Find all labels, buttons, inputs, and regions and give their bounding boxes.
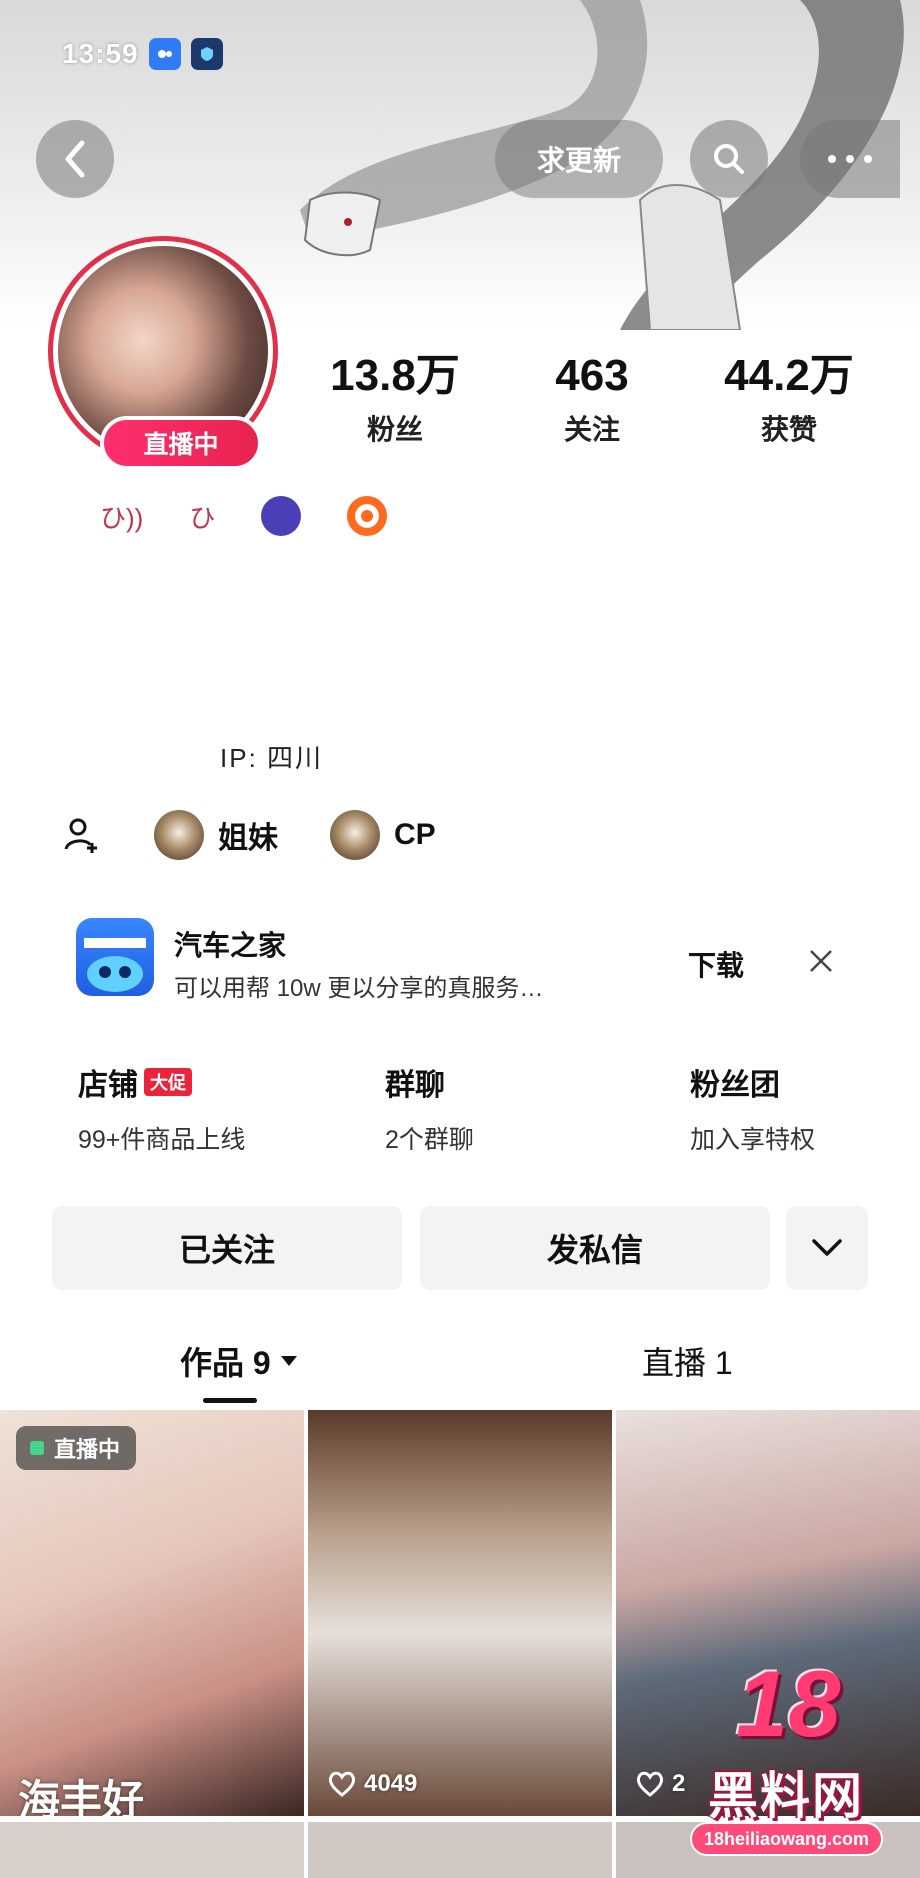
add-friend-icon xyxy=(64,818,97,853)
badge-fan: ひ xyxy=(189,502,216,533)
badge-level: ひ)) xyxy=(100,502,144,533)
likes-count: 2 xyxy=(636,1770,685,1798)
app-logo-icon xyxy=(76,918,154,996)
shortcut-title: 店铺 xyxy=(78,1069,138,1102)
shortcut-title: 群聊 xyxy=(385,1069,445,1102)
stat-likes[interactable]: 44.2万 获赞 xyxy=(704,351,874,448)
more-dots-icon xyxy=(828,155,872,163)
tab-label: 直播 1 xyxy=(642,1345,733,1381)
site-watermark: 18 黑料网 18heiliaowang.com xyxy=(690,1640,912,1872)
tab-label: 作品 9 xyxy=(180,1345,271,1381)
add-friend-button[interactable] xyxy=(62,815,102,855)
grid-item[interactable]: 直播中 海丰好 xyxy=(0,1410,304,1816)
relation-cp[interactable]: CP xyxy=(330,810,436,860)
close-icon[interactable] xyxy=(804,944,838,978)
promo-description: 可以用帮 10w 更以分享的真服务… xyxy=(174,975,544,1002)
back-button[interactable] xyxy=(36,120,114,198)
search-icon xyxy=(714,144,744,174)
shortcut-subtitle: 2个群聊 xyxy=(385,1126,474,1154)
grid-item[interactable]: 4049 xyxy=(308,1410,612,1816)
notification-shield-icon xyxy=(190,38,223,70)
promo-download-button[interactable]: 下载 xyxy=(688,944,744,984)
stat-label: 获赞 xyxy=(760,414,817,446)
shortcut-shop[interactable]: 店铺 大促 99+件商品上线 xyxy=(78,1060,245,1156)
live-tag: 直播中 xyxy=(16,1426,137,1470)
likes-count: 4049 xyxy=(328,1770,417,1798)
badge-orange-icon xyxy=(347,496,388,536)
grid-item[interactable] xyxy=(308,1822,612,1878)
relations-row: 姐妹 CP xyxy=(62,810,488,860)
status-time: 13:59 xyxy=(62,38,139,69)
stat-label: 关注 xyxy=(563,414,620,446)
promo-title: 汽车之家 xyxy=(174,930,287,961)
relation-sisters[interactable]: 姐妹 xyxy=(154,810,278,860)
relation-label: CP xyxy=(394,818,436,851)
watermark-number: 18 xyxy=(736,1651,841,1756)
shortcut-fan-club[interactable]: 粉丝团 加入享特权 xyxy=(690,1060,815,1156)
stat-value: 463 xyxy=(555,351,629,400)
ip-location: IP: 四川 xyxy=(220,743,324,773)
badge-purple-icon xyxy=(261,496,302,536)
stat-followers[interactable]: 13.8万 粉丝 xyxy=(310,351,480,448)
heart-icon xyxy=(328,1771,356,1797)
likes-value: 2 xyxy=(672,1770,686,1797)
likes-value: 4049 xyxy=(364,1770,418,1797)
profile-badges: ひ)) ひ xyxy=(100,496,388,536)
search-button[interactable] xyxy=(690,120,768,198)
active-tab-indicator xyxy=(203,1398,257,1403)
request-update-button[interactable]: 求更新 xyxy=(495,120,663,198)
shortcut-subtitle: 加入享特权 xyxy=(690,1126,816,1154)
live-tag-label: 直播中 xyxy=(54,1437,121,1462)
more-button[interactable] xyxy=(800,120,900,198)
live-dot-icon xyxy=(30,1441,44,1455)
relation-label: 姐妹 xyxy=(218,822,278,855)
relation-avatar xyxy=(330,810,380,860)
live-badge[interactable]: 直播中 xyxy=(100,416,262,470)
notification-app-icon xyxy=(148,38,181,70)
chevron-down-icon xyxy=(812,1239,842,1256)
chevron-left-icon xyxy=(65,140,85,178)
grid-item[interactable] xyxy=(0,1822,304,1878)
app-promo-card[interactable]: 汽车之家 可以用帮 10w 更以分享的真服务… 下载 xyxy=(52,900,868,1020)
message-button[interactable]: 发私信 xyxy=(420,1206,770,1290)
stat-value: 44.2万 xyxy=(724,351,854,400)
grid-caption: 海丰好 xyxy=(18,1777,145,1816)
status-bar: 13:59 xyxy=(62,38,223,70)
caret-down-icon xyxy=(280,1356,297,1366)
heart-icon xyxy=(636,1771,664,1797)
shortcut-groups[interactable]: 群聊 2个群聊 xyxy=(385,1060,474,1156)
watermark-name: 黑料网 xyxy=(708,1768,864,1824)
expand-button[interactable] xyxy=(786,1206,868,1290)
shortcut-subtitle: 99+件商品上线 xyxy=(78,1126,246,1154)
watermark-url: 18heiliaowang.com xyxy=(690,1822,884,1856)
tab-live[interactable]: 直播 1 xyxy=(642,1338,733,1384)
stat-label: 粉丝 xyxy=(366,414,423,446)
following-button[interactable]: 已关注 xyxy=(52,1206,402,1290)
stat-value: 13.8万 xyxy=(330,351,460,400)
shortcut-title: 粉丝团 xyxy=(690,1069,780,1102)
tab-works[interactable]: 作品 9 xyxy=(180,1338,299,1384)
relation-avatar xyxy=(154,810,204,860)
stat-following[interactable]: 463 关注 xyxy=(507,351,677,448)
promo-tag: 大促 xyxy=(144,1068,192,1096)
